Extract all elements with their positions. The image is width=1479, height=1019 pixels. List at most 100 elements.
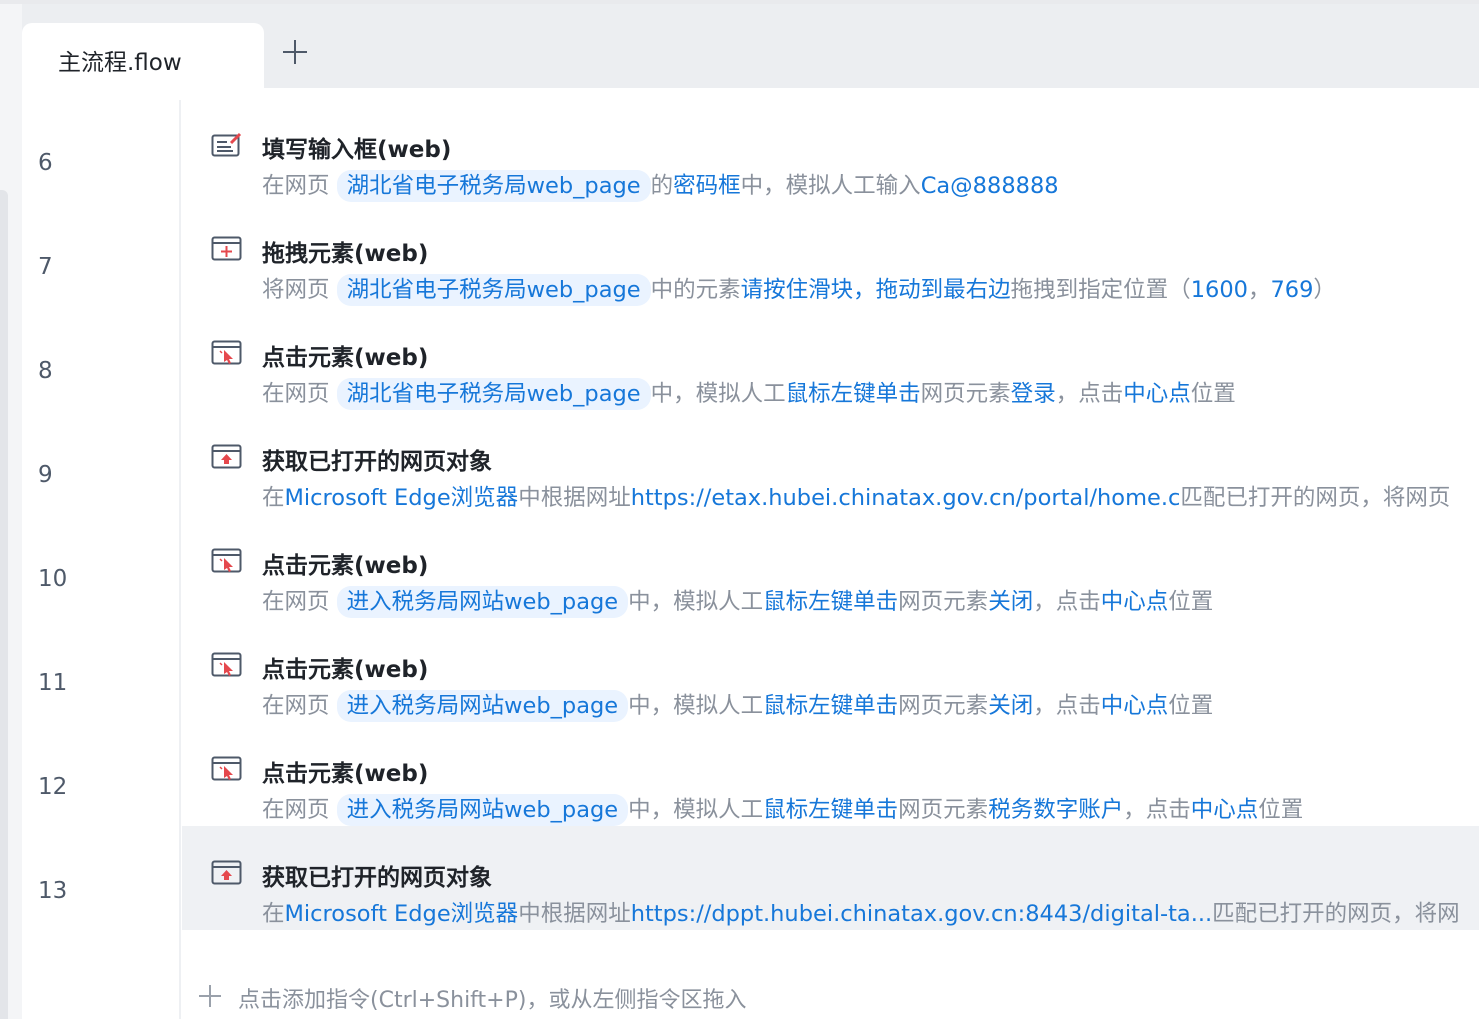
tab-main-flow[interactable]: 主流程.flow <box>22 23 264 88</box>
desc-text: 中，模拟人工 <box>650 381 786 407</box>
add-tab-plus-icon[interactable] <box>281 38 309 66</box>
step-description: 在Microsoft Edge浏览器中根据网址https://dppt.hube… <box>262 896 1460 928</box>
fill-input-icon <box>211 132 242 157</box>
param-value: 1600 <box>1190 277 1248 303</box>
param-value: 鼠标左键单击 <box>763 797 899 823</box>
flow-step-row[interactable]: 获取已打开的网页对象 在Microsoft Edge浏览器中根据网址https:/… <box>182 410 1479 514</box>
step-title: 获取已打开的网页对象 <box>262 449 492 475</box>
tab-label: 主流程.flow <box>58 50 182 76</box>
click-element-icon <box>211 756 242 781</box>
param-value: 税务数字账户 <box>988 797 1124 823</box>
line-number: 9 <box>38 462 53 488</box>
desc-text: ， <box>1247 277 1271 303</box>
desc-text: ，点击 <box>1055 381 1124 407</box>
flow-step-row[interactable]: 填写输入框(web) 在网页 湖北省电子税务局web_page 的密码框中，模拟人工… <box>182 98 1479 202</box>
line-number: 11 <box>38 670 68 696</box>
add-command-label: 点击添加指令(Ctrl+Shift+P)，或从左侧指令区拖入 <box>238 988 747 1013</box>
desc-text: 匹配已打开的网页，将网页 <box>1180 485 1451 511</box>
flow-step-row[interactable]: 拖拽元素(web) 将网页 湖北省电子税务局web_page 中的元素请按住滑块，拖… <box>182 202 1479 306</box>
step-description: 将网页 湖北省电子税务局web_page 中的元素请按住滑块，拖动到最右边拖拽到指… <box>262 272 1336 306</box>
flow-step-row[interactable]: 点击元素(web) 在网页 进入税务局网站web_page 中，模拟人工鼠标左键单击… <box>182 514 1479 618</box>
desc-text: 在 <box>262 485 285 511</box>
param-value: 密码框 <box>673 173 741 199</box>
left-panel-edge <box>0 190 8 1019</box>
desc-text: 在网页 <box>262 693 337 719</box>
param-value: Ca@888888 <box>920 173 1059 199</box>
flow-step-row[interactable]: 点击元素(web) 在网页 湖北省电子税务局web_page 中，模拟人工鼠标左键单… <box>182 306 1479 410</box>
param-value: 登录 <box>1010 381 1056 407</box>
desc-text: 在网页 <box>262 797 337 823</box>
param-value: 请按住滑块，拖动到最右边 <box>740 277 1011 303</box>
desc-text: ，点击 <box>1033 693 1101 719</box>
param-value: 中心点 <box>1190 797 1259 823</box>
desc-text: 中根据网址 <box>518 901 631 927</box>
webpage-variable-chip[interactable]: 进入税务局网站web_page <box>336 586 629 618</box>
param-value: https://etax.hubei.chinatax.gov.cn/porta… <box>630 485 1181 511</box>
desc-text: 位置 <box>1190 381 1236 407</box>
desc-text: 位置 <box>1258 797 1304 823</box>
desc-text: 中的元素 <box>650 277 741 303</box>
get-webpage-icon <box>211 444 242 469</box>
desc-text: ） <box>1313 277 1336 303</box>
param-value: 关闭 <box>988 693 1034 719</box>
desc-text: 网页元素 <box>898 797 989 823</box>
desc-text: 中根据网址 <box>518 485 631 511</box>
webpage-variable-chip[interactable]: 湖北省电子税务局web_page <box>336 170 651 202</box>
step-description: 在网页 进入税务局网站web_page 中，模拟人工鼠标左键单击网页元素税务数字账… <box>262 792 1304 826</box>
desc-text: 中，模拟人工输入 <box>740 173 921 199</box>
flow-editor: 6 7 8 9 10 11 12 13 填写输入框(web) 在网页 湖北省电子税… <box>22 88 1479 1019</box>
line-number-gutter: 6 7 8 9 10 11 12 13 <box>22 88 180 1019</box>
webpage-variable-chip[interactable]: 进入税务局网站web_page <box>336 690 629 722</box>
step-description: 在网页 湖北省电子税务局web_page 的密码框中，模拟人工输入Ca@88888… <box>262 168 1059 202</box>
param-value: 鼠标左键单击 <box>763 693 899 719</box>
param-value: 769 <box>1270 277 1314 303</box>
step-title: 点击元素(web) <box>262 761 429 787</box>
param-value: https://dppt.hubei.chinatax.gov.cn:8443/… <box>630 901 1213 927</box>
step-title: 点击元素(web) <box>262 553 429 579</box>
desc-text: 拖拽到指定位置（ <box>1010 277 1191 303</box>
desc-text: 网页元素 <box>898 693 989 719</box>
desc-text: 位置 <box>1168 693 1214 719</box>
line-number: 8 <box>38 358 53 384</box>
step-description: 在Microsoft Edge浏览器中根据网址https://etax.hube… <box>262 480 1450 512</box>
line-number: 7 <box>38 254 53 280</box>
desc-text: 中，模拟人工 <box>628 693 764 719</box>
param-value: 关闭 <box>988 589 1034 615</box>
desc-text: 的 <box>650 173 674 199</box>
step-title: 拖拽元素(web) <box>262 241 429 267</box>
param-value: 鼠标左键单击 <box>763 589 899 615</box>
line-number: 6 <box>38 150 53 176</box>
flow-step-row[interactable]: 获取已打开的网页对象在Microsoft Edge浏览器中根据网址https:/… <box>182 826 1479 930</box>
desc-text: 在网页 <box>262 173 337 199</box>
line-number: 12 <box>38 774 68 800</box>
param-value: 中心点 <box>1123 381 1191 407</box>
step-description: 在网页 进入税务局网站web_page 中，模拟人工鼠标左键单击网页元素关闭，点击… <box>262 584 1214 618</box>
click-element-icon <box>211 548 242 573</box>
desc-text: 中，模拟人工 <box>628 589 764 615</box>
desc-text: ，点击 <box>1033 589 1101 615</box>
flow-step-row[interactable]: 点击元素(web) 在网页 进入税务局网站web_page 中，模拟人工鼠标左键单击… <box>182 618 1479 722</box>
param-value: Microsoft Edge浏览器 <box>284 485 519 511</box>
drag-element-icon <box>211 236 242 261</box>
desc-text: 将网页 <box>262 277 337 303</box>
click-element-icon <box>211 652 242 677</box>
step-description: 在网页 进入税务局网站web_page 中，模拟人工鼠标左键单击网页元素关闭，点击… <box>262 688 1214 722</box>
webpage-variable-chip[interactable]: 湖北省电子税务局web_page <box>336 378 651 410</box>
line-number: 10 <box>38 566 68 592</box>
line-number: 13 <box>38 878 68 904</box>
step-title: 填写输入框(web) <box>262 137 452 163</box>
flow-step-row[interactable]: 点击元素(web) 在网页 进入税务局网站web_page 中，模拟人工鼠标左键单击… <box>182 722 1479 826</box>
desc-text: 匹配已打开的网页，将网 <box>1212 901 1460 927</box>
desc-text: 在网页 <box>262 381 337 407</box>
desc-text: 中，模拟人工 <box>628 797 764 823</box>
param-value: 中心点 <box>1100 693 1169 719</box>
desc-text: 在网页 <box>262 589 337 615</box>
desc-text: 位置 <box>1168 589 1214 615</box>
get-webpage-icon <box>211 860 242 885</box>
step-description: 在网页 湖北省电子税务局web_page 中，模拟人工鼠标左键单击网页元素登录，点… <box>262 376 1236 410</box>
step-title: 获取已打开的网页对象 <box>262 865 492 891</box>
param-value: 鼠标左键单击 <box>785 381 921 407</box>
click-element-icon <box>211 340 242 365</box>
webpage-variable-chip[interactable]: 湖北省电子税务局web_page <box>336 274 651 306</box>
webpage-variable-chip[interactable]: 进入税务局网站web_page <box>336 794 629 826</box>
